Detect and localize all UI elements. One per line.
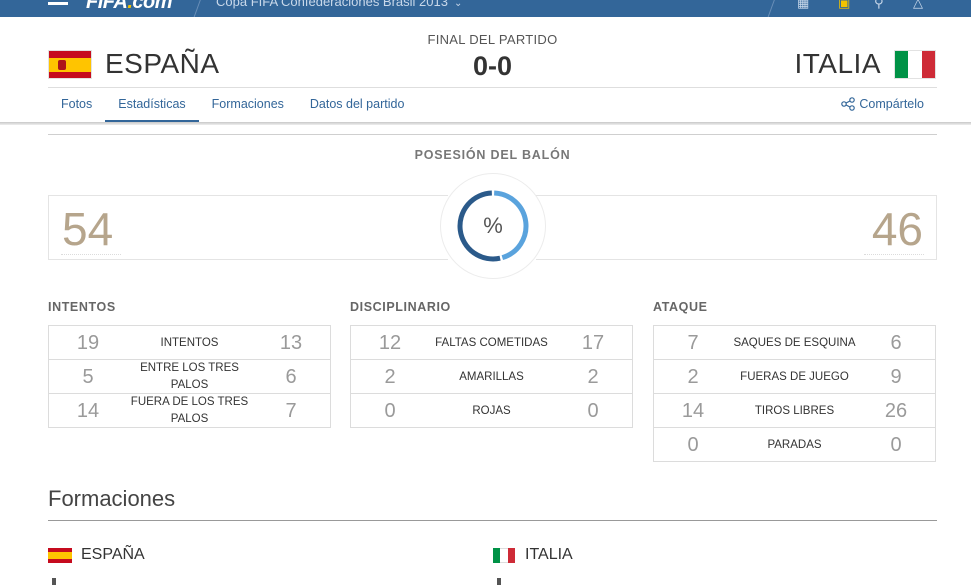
stat-label: INTENTOS (160, 336, 219, 349)
formation-home-name: ESPAÑA (81, 546, 145, 563)
formations-heading: Formaciones (48, 486, 176, 511)
stat-label: TIROS LIBRES (754, 404, 835, 417)
home-value: 12 (378, 332, 402, 354)
share-button[interactable]: Compártelo (841, 97, 924, 111)
home-value: 5 (82, 366, 94, 388)
home-value: 14 (76, 400, 100, 422)
possession-home-panel: 54 (48, 195, 448, 260)
home-value: 2 (687, 366, 699, 388)
menu-icon[interactable] (48, 0, 68, 10)
stat-label: AMARILLAS (459, 370, 524, 383)
share-label: Compártelo (859, 97, 924, 111)
table-row: 14 TIROS LIBRES 26 (654, 394, 935, 428)
stat-label: SAQUES DE ESQUINA (733, 336, 856, 349)
formation-away-name: ITALIA (525, 546, 573, 563)
tab-fotos[interactable]: Fotos (48, 88, 105, 122)
divider (48, 520, 937, 521)
user-icon[interactable]: △ (913, 0, 923, 11)
table-row: 0 ROJAS 0 (351, 394, 632, 428)
section-title-disciplinario: DISCIPLINARIO (350, 300, 451, 314)
tournament-selector[interactable]: Copa FIFA Confederaciones Brasil 2013 ⌄ (216, 0, 462, 9)
away-value: 9 (890, 366, 902, 388)
stat-label: FUERAS DE JUEGO (740, 370, 849, 383)
formation-away-team[interactable]: ITALIA (493, 546, 573, 564)
table-row: 14 FUERA DE LOS TRES PALOS 7 (49, 394, 330, 428)
tab-formaciones[interactable]: Formaciones (199, 88, 297, 122)
percent-symbol: % (483, 213, 503, 238)
home-value: 14 (681, 400, 705, 422)
tab-estadisticas[interactable]: Estadísticas (105, 88, 199, 122)
stat-label: ENTRE LOS TRES PALOS (140, 362, 239, 391)
match-status: FINAL DEL PARTIDO (427, 32, 558, 47)
divider (766, 0, 779, 17)
possession-away-panel: 46 (536, 195, 937, 260)
home-value: 0 (687, 434, 699, 456)
table-row: 7 SAQUES DE ESQUINA 6 (654, 326, 935, 360)
top-navigation-bar: FIFA.com Copa FIFA Confederaciones Brasi… (0, 0, 971, 17)
away-team-name: ITALIA (794, 48, 881, 79)
away-value: 0 (587, 400, 599, 422)
away-value: 26 (884, 400, 908, 422)
fifa-logo[interactable]: FIFA.com (86, 0, 173, 14)
formation-home-team[interactable]: ESPAÑA (48, 546, 145, 564)
stat-label: FUERA DE LOS TRES PALOS (130, 396, 249, 425)
match-tabs: Fotos Estadísticas Formaciones Datos del… (48, 88, 417, 122)
home-value: 19 (76, 332, 100, 354)
divider (192, 0, 205, 17)
section-title-intentos: INTENTOS (48, 300, 116, 314)
table-row: 5 ENTRE LOS TRES PALOS 6 (49, 360, 330, 394)
divider (48, 134, 937, 135)
away-team[interactable]: ITALIA (794, 48, 936, 80)
table-row: 19 INTENTOS 13 (49, 326, 330, 360)
away-value: 7 (285, 400, 297, 422)
player-list-marker (52, 578, 56, 585)
tournament-name: Copa FIFA Confederaciones Brasil 2013 (216, 0, 448, 9)
possession-donut: % (440, 173, 546, 279)
chevron-down-icon: ⌄ (453, 0, 463, 9)
italy-flag-icon (493, 547, 515, 563)
section-title-ataque: ATAQUE (653, 300, 708, 314)
divider (864, 254, 924, 255)
table-row: 0 PARADAS 0 (654, 428, 935, 462)
share-icon (841, 97, 856, 111)
stats-table-intentos: 19 INTENTOS 13 5 ENTRE LOS TRES PALOS 6 … (48, 325, 331, 428)
home-value: 2 (384, 366, 396, 388)
stat-label: ROJAS (472, 404, 511, 417)
stats-table-disciplinario: 12 FALTAS COMETIDAS 17 2 AMARILLAS 2 0 R… (350, 325, 633, 428)
away-value: 2 (587, 366, 599, 388)
table-row: 2 FUERAS DE JUEGO 9 (654, 360, 935, 394)
spain-flag-icon (48, 547, 72, 563)
away-value: 6 (890, 332, 902, 354)
possession-away-value: 46 (871, 203, 923, 255)
stat-label: PARADAS (767, 438, 822, 451)
stats-table-ataque: 7 SAQUES DE ESQUINA 6 2 FUERAS DE JUEGO … (653, 325, 936, 462)
cart-icon[interactable]: ▣ (838, 0, 850, 11)
away-value: 13 (279, 332, 303, 354)
possession-title: POSESIÓN DEL BALÓN (414, 148, 571, 162)
table-row: 12 FALTAS COMETIDAS 17 (351, 326, 632, 360)
search-icon[interactable]: ⚲ (874, 0, 884, 11)
italy-flag-icon (894, 49, 936, 79)
table-row: 2 AMARILLAS 2 (351, 360, 632, 394)
divider (61, 254, 121, 255)
away-value: 6 (285, 366, 297, 388)
home-value: 0 (384, 400, 396, 422)
tab-datos-del-partido[interactable]: Datos del partido (297, 88, 418, 122)
away-value: 17 (581, 332, 605, 354)
tabs-shadow (0, 122, 971, 125)
home-value: 7 (687, 332, 699, 354)
calendar-icon[interactable]: ▦ (797, 0, 809, 11)
away-value: 0 (890, 434, 902, 456)
stat-label: FALTAS COMETIDAS (435, 336, 548, 349)
player-list-marker (497, 578, 501, 585)
possession-home-value: 54 (62, 203, 114, 255)
